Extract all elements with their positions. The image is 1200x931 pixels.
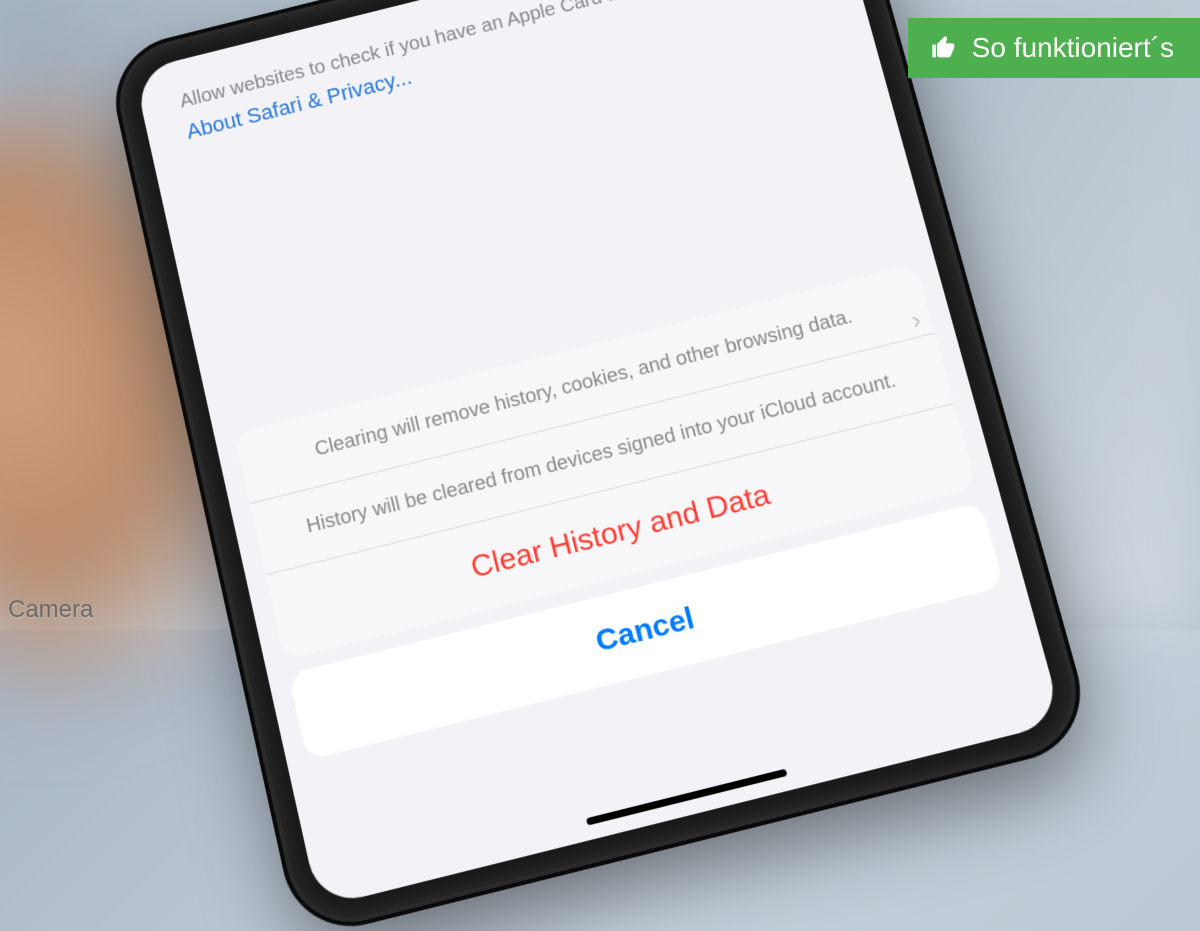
badge-text: So funktioniert´s (972, 32, 1174, 64)
watermark-text: Camera (8, 596, 93, 624)
tutorial-badge: So funktioniert´s (908, 18, 1200, 78)
thumbs-up-icon (930, 34, 958, 62)
